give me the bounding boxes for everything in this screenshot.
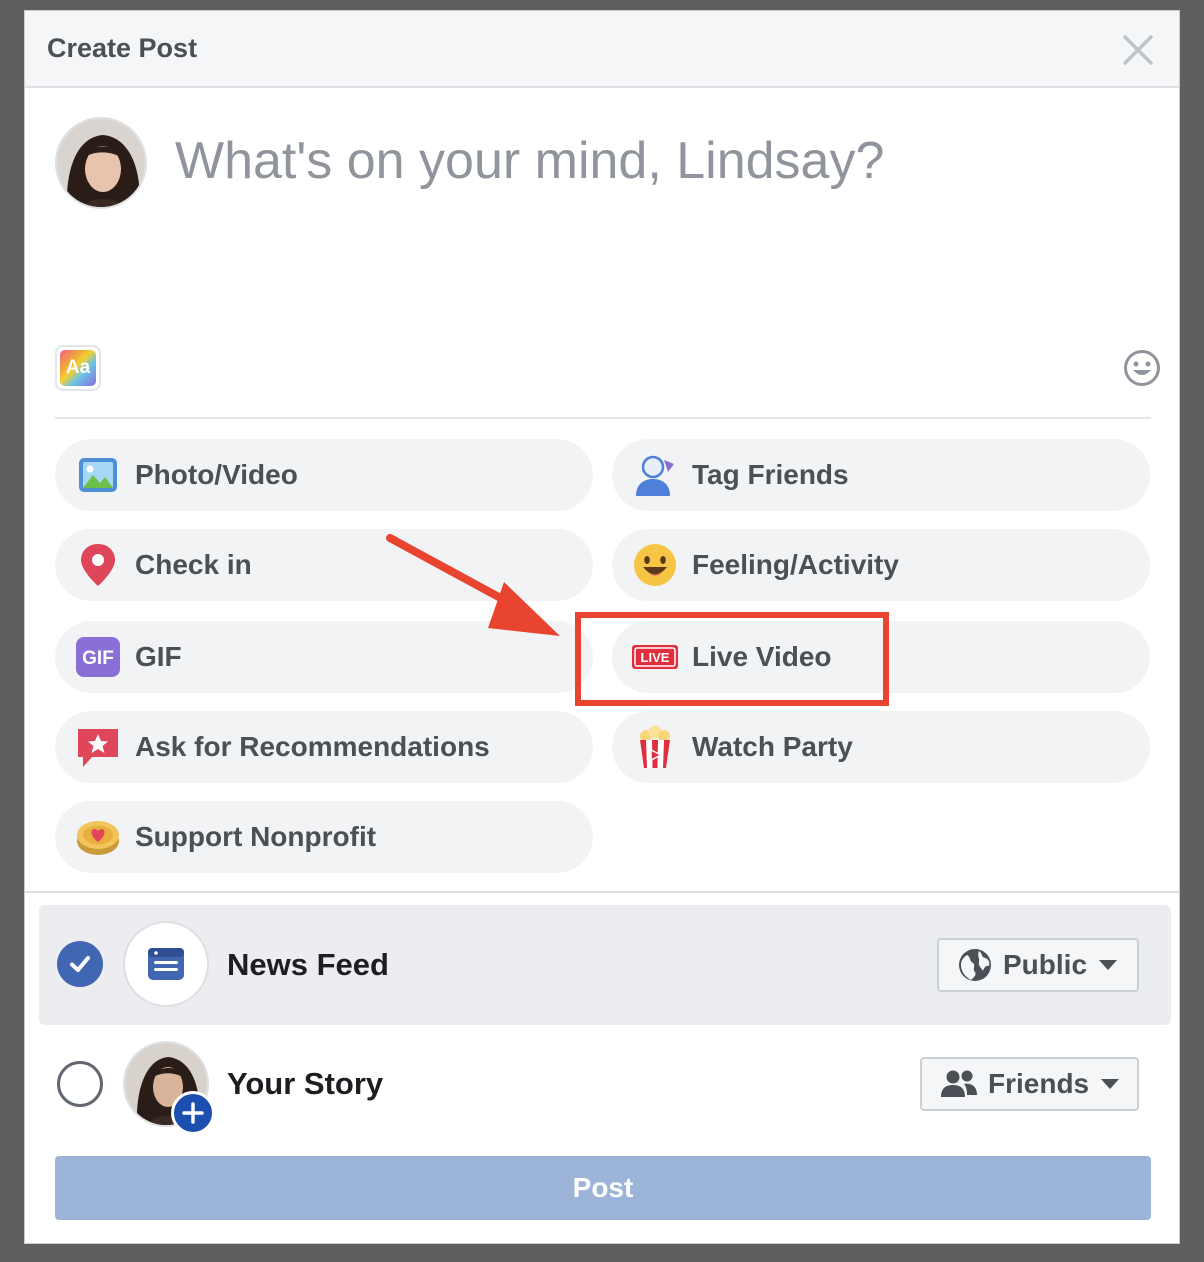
news-feed-audience-select[interactable]: Public <box>937 938 1139 992</box>
feeling-activity-label: Feeling/Activity <box>692 549 899 580</box>
support-nonprofit-label: Support Nonprofit <box>135 821 377 852</box>
your-story-checkbox[interactable] <box>57 1061 103 1107</box>
divider <box>55 417 1151 419</box>
ask-recommendations-button[interactable]: Ask for Recommendations <box>55 711 593 783</box>
divider <box>25 891 1179 893</box>
photo-video-label: Photo/Video <box>135 459 298 490</box>
gif-label: GIF <box>135 641 182 672</box>
dialog-header: Create Post <box>25 11 1179 88</box>
checkmark-icon <box>70 956 90 972</box>
your-story-audience-select[interactable]: Friends <box>920 1057 1139 1111</box>
tag-friends-button[interactable]: Tag Friends <box>612 439 1150 511</box>
recommendation-speech-bubble-icon <box>75 724 121 770</box>
tag-friends-label: Tag Friends <box>692 459 849 490</box>
news-feed-checkbox[interactable] <box>57 941 103 987</box>
text-style-label: Aa <box>60 350 96 386</box>
your-story-audience-label: Friends <box>988 1068 1090 1099</box>
heart-coin-icon <box>75 814 121 860</box>
user-avatar <box>55 117 147 209</box>
watch-party-button[interactable]: Watch Party <box>612 711 1150 783</box>
feeling-activity-button[interactable]: Feeling/Activity <box>612 529 1150 601</box>
annotation-arrow <box>386 534 560 636</box>
check-in-label: Check in <box>135 549 252 580</box>
news-feed-icon <box>123 921 209 1007</box>
friends-icon <box>941 1070 977 1097</box>
news-feed-label: News Feed <box>227 947 389 982</box>
your-story-label: Your Story <box>227 1066 384 1101</box>
popcorn-icon <box>632 724 678 770</box>
post-button-label: Post <box>572 1172 634 1203</box>
smiley-icon[interactable] <box>1123 349 1161 387</box>
location-pin-icon <box>75 542 121 588</box>
text-style-button[interactable]: Aa <box>55 345 101 391</box>
photo-video-button[interactable]: Photo/Video <box>55 439 593 511</box>
svg-text:GIF: GIF <box>82 648 114 669</box>
support-nonprofit-button[interactable]: Support Nonprofit <box>55 801 593 873</box>
gif-icon: GIF <box>75 634 121 680</box>
post-button[interactable]: Post <box>55 1156 1151 1220</box>
close-icon[interactable] <box>1121 33 1155 67</box>
globe-icon <box>959 949 991 981</box>
ask-recommendations-label: Ask for Recommendations <box>135 731 490 762</box>
annotation-highlight-box <box>575 612 889 706</box>
chevron-down-icon <box>1099 960 1118 970</box>
composer-input[interactable]: What's on your mind, Lindsay? <box>175 131 884 191</box>
happy-face-icon <box>632 542 678 588</box>
tag-friends-icon <box>632 452 678 498</box>
chevron-down-icon <box>1101 1079 1120 1089</box>
watch-party-label: Watch Party <box>692 731 853 762</box>
photo-icon <box>75 452 121 498</box>
news-feed-audience-label: Public <box>1003 949 1088 980</box>
add-story-icon[interactable] <box>171 1091 215 1135</box>
dialog-title: Create Post <box>47 33 198 63</box>
